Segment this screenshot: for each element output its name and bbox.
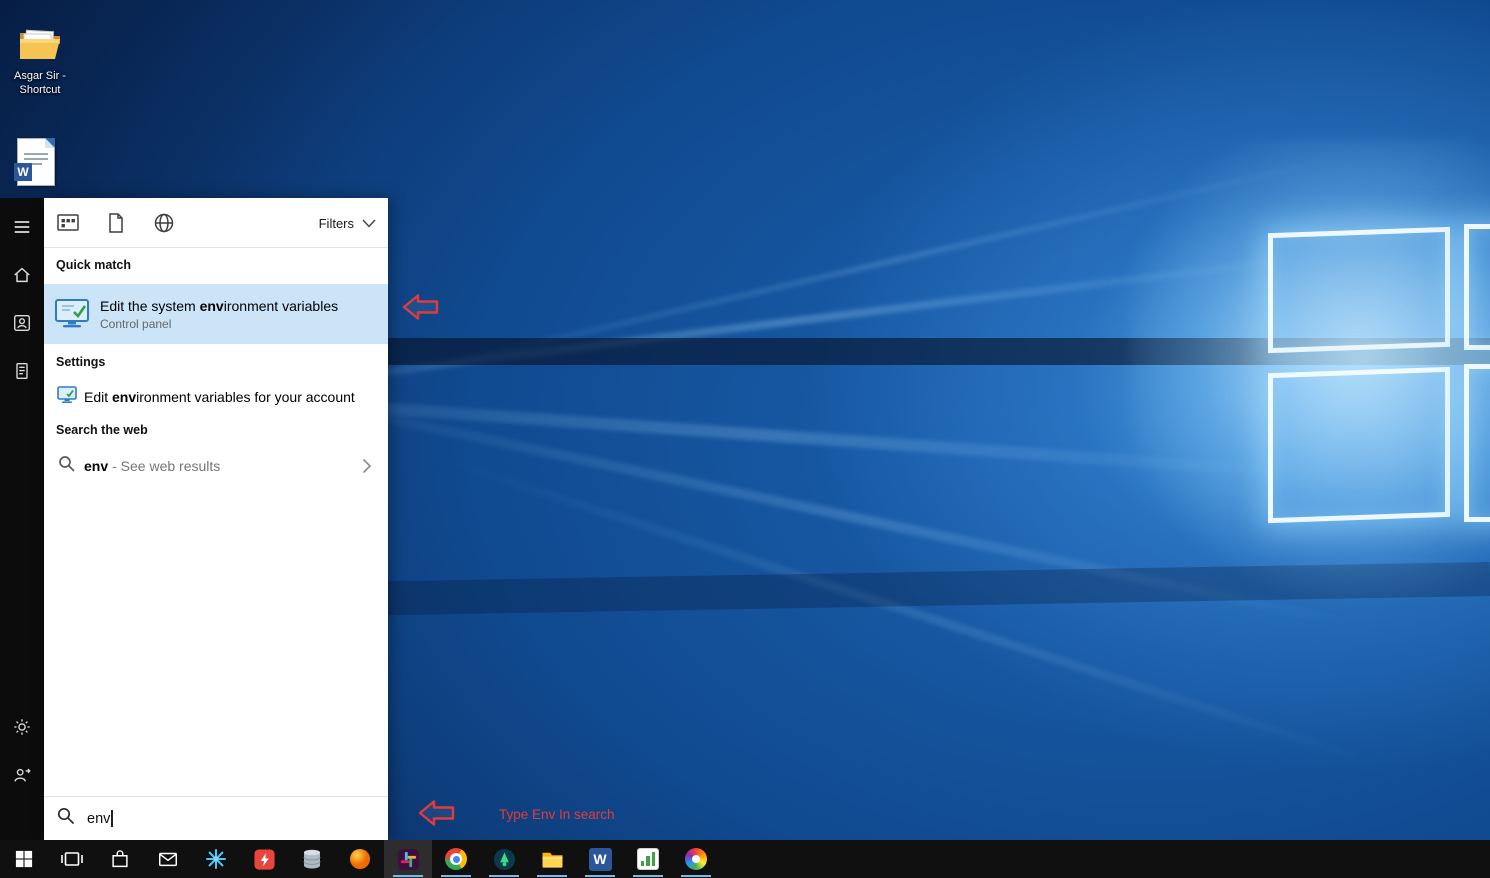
chart-app-icon (637, 848, 659, 870)
feedback-icon (12, 765, 32, 785)
document-icon (107, 212, 125, 234)
taskbar-icon-chrome[interactable] (432, 840, 480, 878)
result-text: Edit the system environment variables Co… (100, 298, 338, 331)
desktop-screen: Asgar Sir - Shortcut W (0, 0, 1490, 878)
apps-filter-button[interactable] (44, 198, 92, 248)
taskbar-icon-mail[interactable] (144, 840, 192, 878)
left-arrow-icon (402, 292, 440, 322)
red-app-icon (253, 848, 276, 871)
system-monitor-icon (44, 298, 100, 330)
hamburger-icon (12, 217, 32, 237)
paint-app-icon (685, 848, 707, 870)
chevron-down-icon (362, 219, 376, 228)
desktop-icon-folder-shortcut[interactable]: Asgar Sir - Shortcut (1, 26, 79, 98)
home-button[interactable] (0, 253, 44, 297)
notebook-profile-button[interactable] (0, 301, 44, 345)
store-icon (109, 848, 131, 870)
taskbar-icon-app-paint[interactable] (672, 840, 720, 878)
notebook-icon (12, 361, 32, 381)
hamburger-menu-button[interactable] (0, 205, 44, 249)
taskbar-icon-store[interactable] (96, 840, 144, 878)
web-suffix: - See web results (112, 458, 220, 474)
android-studio-icon (493, 848, 516, 871)
desktop-icon-label: Asgar Sir - Shortcut (1, 70, 79, 98)
text-caret (111, 810, 113, 827)
page-fold (45, 138, 55, 148)
search-panel: Filters Quick match Edit the system envi… (44, 198, 388, 840)
filters-label: Filters (319, 216, 354, 231)
annotation-note: Type Env In search (499, 807, 615, 822)
home-icon (12, 265, 32, 285)
taskbar-icon-android-studio[interactable] (480, 840, 528, 878)
annotation-arrow-search-box (418, 798, 456, 833)
result-edit-system-env-vars[interactable]: Edit the system environment variables Co… (44, 284, 388, 344)
word-doc-icon: W (17, 138, 55, 186)
word-logo: W (14, 163, 32, 181)
result-web-search[interactable]: env - See web results (44, 448, 388, 484)
apps-icon (56, 212, 80, 234)
search-input[interactable]: env (44, 796, 388, 840)
filters-button[interactable]: Filters (319, 198, 376, 248)
database-icon (301, 848, 323, 870)
feedback-button[interactable] (0, 753, 44, 797)
taskbar-icon-app-blue[interactable] (192, 840, 240, 878)
profile-icon (12, 313, 32, 333)
task-view-button[interactable] (48, 840, 96, 878)
settings-button[interactable] (0, 705, 44, 749)
file-explorer-icon (541, 849, 564, 869)
chevron-right-icon (362, 458, 372, 479)
search-filter-bar: Filters (44, 198, 388, 248)
gear-icon (12, 717, 32, 737)
taskbar-icon-app-red[interactable] (240, 840, 288, 878)
running-indicator (633, 875, 663, 877)
web-filter-button[interactable] (140, 198, 188, 248)
running-indicator (441, 875, 471, 877)
taskbar-icon-app-orange[interactable] (336, 840, 384, 878)
task-view-icon (60, 849, 84, 869)
settings-monitor-icon (57, 386, 84, 409)
taskbar-icon-word[interactable]: W (576, 840, 624, 878)
web-query: env (84, 458, 108, 474)
search-icon (58, 455, 84, 478)
running-indicator (537, 875, 567, 877)
taskbar-icon-file-explorer[interactable] (528, 840, 576, 878)
running-indicator (393, 875, 423, 877)
annotation-arrow-quick-match (402, 292, 440, 327)
chrome-icon (445, 848, 467, 870)
result-subtitle: Control panel (100, 317, 338, 331)
running-indicator (681, 875, 711, 877)
result-edit-user-env-vars[interactable]: Edit environment variables for your acco… (44, 378, 388, 416)
orange-app-icon (349, 848, 371, 870)
result-title: Edit environment variables for your acco… (84, 389, 355, 405)
mail-icon (157, 848, 179, 870)
running-indicator (585, 875, 615, 877)
section-header-settings: Settings (56, 355, 105, 369)
result-title: Edit the system environment variables (100, 298, 338, 314)
section-header-quick-match: Quick match (56, 258, 131, 272)
search-icon (57, 807, 85, 830)
taskbar: W (0, 840, 1490, 878)
globe-icon (153, 212, 175, 234)
search-input-value: env (87, 811, 110, 827)
desktop-icon-word-doc[interactable]: W (6, 138, 66, 186)
taskbar-icon-slack[interactable] (384, 840, 432, 878)
running-indicator (489, 875, 519, 877)
slack-icon (397, 848, 420, 871)
folder-icon (17, 26, 63, 62)
snowflake-app-icon (205, 848, 227, 870)
documents-filter-button[interactable] (92, 198, 140, 248)
left-arrow-icon (418, 798, 456, 828)
taskbar-icon-database[interactable] (288, 840, 336, 878)
devices-button[interactable] (0, 349, 44, 393)
section-header-search-web: Search the web (56, 423, 148, 437)
taskbar-icon-app-chart[interactable] (624, 840, 672, 878)
word-icon: W (589, 848, 612, 871)
windows-logo-icon (15, 850, 33, 868)
search-rail (0, 198, 44, 840)
start-button[interactable] (0, 840, 48, 878)
